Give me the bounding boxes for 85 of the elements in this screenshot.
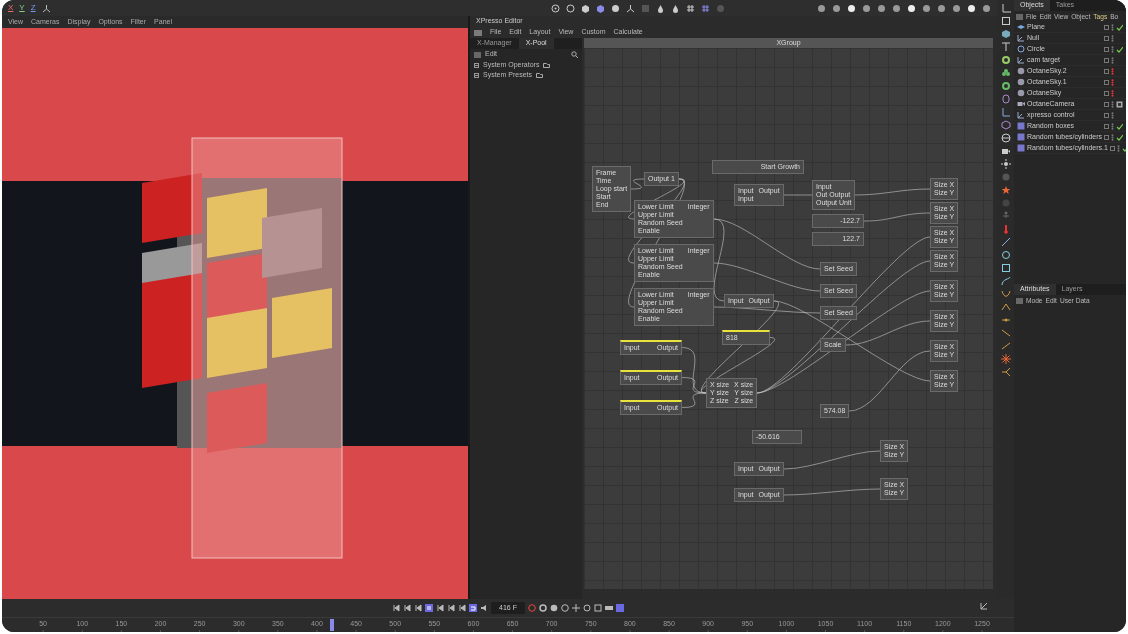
status-dots-icon[interactable] bbox=[1111, 67, 1114, 75]
speaker-icon[interactable] bbox=[480, 604, 489, 612]
circle-icon[interactable] bbox=[566, 3, 575, 13]
spline-icon[interactable] bbox=[1000, 328, 1011, 338]
play-icon[interactable] bbox=[425, 604, 434, 612]
cluster-icon[interactable] bbox=[1000, 68, 1011, 78]
sphere-icon[interactable] bbox=[611, 3, 620, 13]
step-icon[interactable] bbox=[436, 604, 445, 612]
axes-icon bbox=[1017, 111, 1025, 119]
scale-icon[interactable] bbox=[593, 604, 602, 612]
curve-icon[interactable] bbox=[1000, 289, 1011, 299]
star-icon[interactable] bbox=[1000, 354, 1011, 364]
step-icon[interactable] bbox=[458, 604, 467, 612]
step-icon[interactable] bbox=[414, 604, 423, 612]
tag-icon[interactable] bbox=[1116, 100, 1123, 108]
axes-icon bbox=[1017, 56, 1025, 64]
axes-icon[interactable] bbox=[626, 3, 635, 13]
target-icon[interactable] bbox=[551, 3, 560, 13]
status-dots-icon[interactable] bbox=[1116, 144, 1120, 152]
circle-icon[interactable] bbox=[1000, 250, 1011, 260]
figure-icon[interactable] bbox=[1000, 211, 1011, 221]
corner-icon[interactable] bbox=[1000, 3, 1011, 13]
move-icon[interactable] bbox=[571, 604, 580, 612]
axes-icon bbox=[1017, 34, 1025, 42]
star-icon[interactable] bbox=[1000, 185, 1011, 195]
checkmark-icon[interactable] bbox=[1116, 133, 1124, 141]
status-dots-icon[interactable] bbox=[1111, 45, 1114, 53]
circle-icon[interactable] bbox=[937, 3, 946, 13]
status-dots-icon[interactable] bbox=[1111, 34, 1114, 42]
expand-icon[interactable] bbox=[474, 62, 479, 68]
loop-icon[interactable] bbox=[469, 604, 478, 612]
status-dots-icon[interactable] bbox=[1111, 122, 1114, 130]
step-icon[interactable] bbox=[447, 604, 456, 612]
status-dots-icon[interactable] bbox=[1111, 23, 1114, 31]
sphere-icon[interactable] bbox=[907, 3, 916, 13]
capsule-icon[interactable] bbox=[1000, 94, 1011, 104]
expand-icon[interactable] bbox=[474, 72, 479, 78]
status-dots-icon[interactable] bbox=[1111, 100, 1114, 108]
square-icon[interactable] bbox=[1000, 263, 1011, 273]
axis-button[interactable]: Z bbox=[30, 2, 36, 14]
curve-icon[interactable] bbox=[1000, 276, 1011, 286]
circle-icon[interactable] bbox=[817, 3, 826, 13]
playhead[interactable] bbox=[329, 619, 334, 631]
checkmark-icon[interactable] bbox=[1116, 122, 1123, 130]
sphere-icon[interactable] bbox=[847, 3, 856, 13]
circle-icon[interactable] bbox=[982, 3, 991, 13]
axes-icon[interactable] bbox=[41, 3, 51, 13]
status-dots-icon[interactable] bbox=[1111, 89, 1114, 97]
spline-icon[interactable] bbox=[1000, 341, 1011, 351]
text-icon[interactable] bbox=[1000, 42, 1011, 52]
search-icon[interactable] bbox=[571, 51, 578, 58]
circle-icon[interactable] bbox=[877, 3, 886, 13]
circle-icon[interactable] bbox=[922, 3, 931, 13]
graph-icon[interactable] bbox=[980, 602, 988, 610]
cube-icon[interactable] bbox=[1000, 29, 1011, 39]
spline-icon[interactable] bbox=[1000, 367, 1011, 377]
sphere-icon[interactable] bbox=[967, 3, 976, 13]
connector-line bbox=[783, 194, 813, 196]
circle-icon bbox=[1017, 45, 1025, 53]
globe-icon[interactable] bbox=[1000, 133, 1011, 143]
camera-icon[interactable] bbox=[1000, 146, 1011, 156]
status-dots-icon[interactable] bbox=[1111, 78, 1114, 86]
square-icon[interactable] bbox=[1000, 16, 1011, 26]
spline-icon[interactable] bbox=[1000, 302, 1011, 312]
circle-icon[interactable] bbox=[862, 3, 871, 13]
camera-icon bbox=[1017, 100, 1025, 108]
connector-line bbox=[863, 212, 931, 222]
circle-icon[interactable] bbox=[892, 3, 901, 13]
corner-icon[interactable] bbox=[1000, 107, 1011, 117]
circle-icon[interactable] bbox=[832, 3, 841, 13]
status-dots-icon[interactable] bbox=[1111, 111, 1114, 119]
circle-icon[interactable] bbox=[952, 3, 961, 13]
status-dots-icon[interactable] bbox=[1111, 133, 1115, 141]
axis-button[interactable]: Y bbox=[19, 2, 25, 14]
axis-button[interactable]: X bbox=[8, 2, 14, 14]
circle-icon[interactable] bbox=[560, 604, 569, 612]
checkmark-icon[interactable] bbox=[1116, 45, 1123, 53]
step-icon[interactable] bbox=[403, 604, 412, 612]
step-icon[interactable] bbox=[392, 604, 401, 612]
line-icon[interactable] bbox=[1000, 237, 1011, 247]
plane-icon bbox=[1017, 23, 1025, 31]
sun-icon[interactable] bbox=[1000, 159, 1011, 169]
status-dots-icon[interactable] bbox=[1111, 56, 1114, 64]
checkmark-icon[interactable] bbox=[1116, 23, 1123, 31]
record-icon[interactable] bbox=[549, 604, 558, 612]
